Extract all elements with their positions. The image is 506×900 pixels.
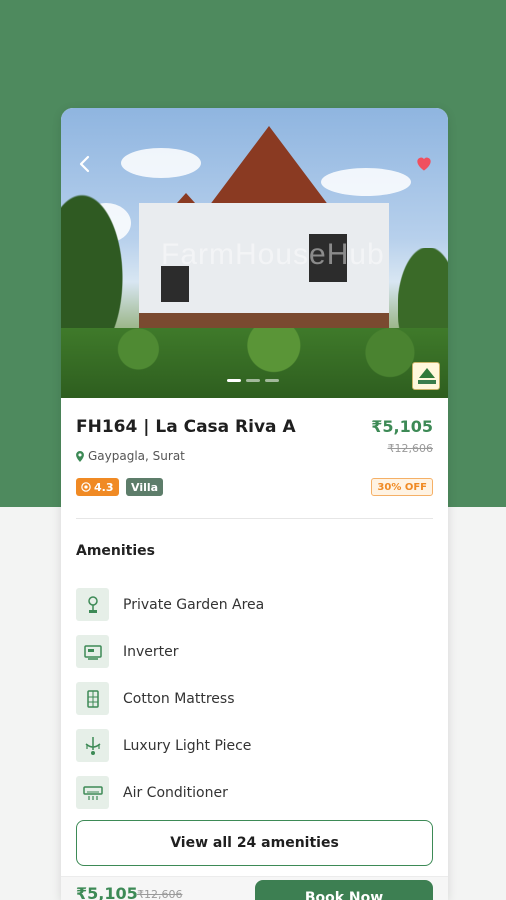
amenity-label: Cotton Mattress xyxy=(123,690,235,707)
amenity-item: Air Conditioner xyxy=(76,769,433,816)
amenities-list: Private Garden Area Inverter Cotton Matt… xyxy=(76,581,433,816)
property-old-price: ₹12,606 xyxy=(387,442,434,455)
carousel-dot[interactable] xyxy=(265,379,279,382)
inverter-icon xyxy=(76,635,109,668)
amenity-label: Air Conditioner xyxy=(123,784,228,801)
chandelier-icon xyxy=(76,729,109,762)
cloud xyxy=(121,148,201,178)
air-conditioner-icon xyxy=(76,776,109,809)
cloud xyxy=(321,168,411,196)
divider xyxy=(76,518,433,519)
property-card: FarmHouseHub FH164 | La Casa Riva A ₹5,1… xyxy=(61,108,448,900)
discount-badge: 30% OFF xyxy=(371,478,433,496)
rating-value: 4.3 xyxy=(94,480,114,494)
hedge xyxy=(61,328,448,398)
farmhouse-logo-icon xyxy=(412,362,440,390)
property-title: FH164 | La Casa Riva A xyxy=(76,417,296,437)
property-image[interactable]: FarmHouseHub xyxy=(61,108,448,398)
star-icon xyxy=(81,482,91,492)
booking-old-price: ₹12,606 xyxy=(137,888,183,900)
carousel-indicator xyxy=(227,379,279,382)
property-location: Gaypagla, Surat xyxy=(76,449,185,463)
rating-badge: 4.3 xyxy=(76,478,119,496)
amenity-item: Cotton Mattress xyxy=(76,675,433,722)
amenity-item: Luxury Light Piece xyxy=(76,722,433,769)
mattress-icon xyxy=(76,682,109,715)
amenity-label: Inverter xyxy=(123,643,179,660)
property-price: ₹5,105 xyxy=(371,417,433,436)
carousel-dot[interactable] xyxy=(246,379,260,382)
booking-bar: ₹5,105 ₹12,606 Book Now xyxy=(61,876,448,900)
amenity-label: Luxury Light Piece xyxy=(123,737,252,754)
watermark: FarmHouseHub xyxy=(161,238,385,271)
property-type-badge: Villa xyxy=(126,478,164,496)
booking-price: ₹5,105 xyxy=(76,884,138,900)
amenity-label: Private Garden Area xyxy=(123,596,265,613)
book-now-button[interactable]: Book Now xyxy=(255,880,433,900)
back-icon[interactable] xyxy=(73,152,97,176)
view-all-amenities-button[interactable]: View all 24 amenities xyxy=(76,820,433,866)
heart-icon[interactable] xyxy=(414,153,434,173)
amenity-item: Private Garden Area xyxy=(76,581,433,628)
location-label: Gaypagla, Surat xyxy=(88,449,185,463)
amenities-heading: Amenities xyxy=(76,543,156,559)
location-pin-icon xyxy=(76,450,84,462)
garden-icon xyxy=(76,588,109,621)
amenity-item: Inverter xyxy=(76,628,433,675)
carousel-dot[interactable] xyxy=(227,379,241,382)
